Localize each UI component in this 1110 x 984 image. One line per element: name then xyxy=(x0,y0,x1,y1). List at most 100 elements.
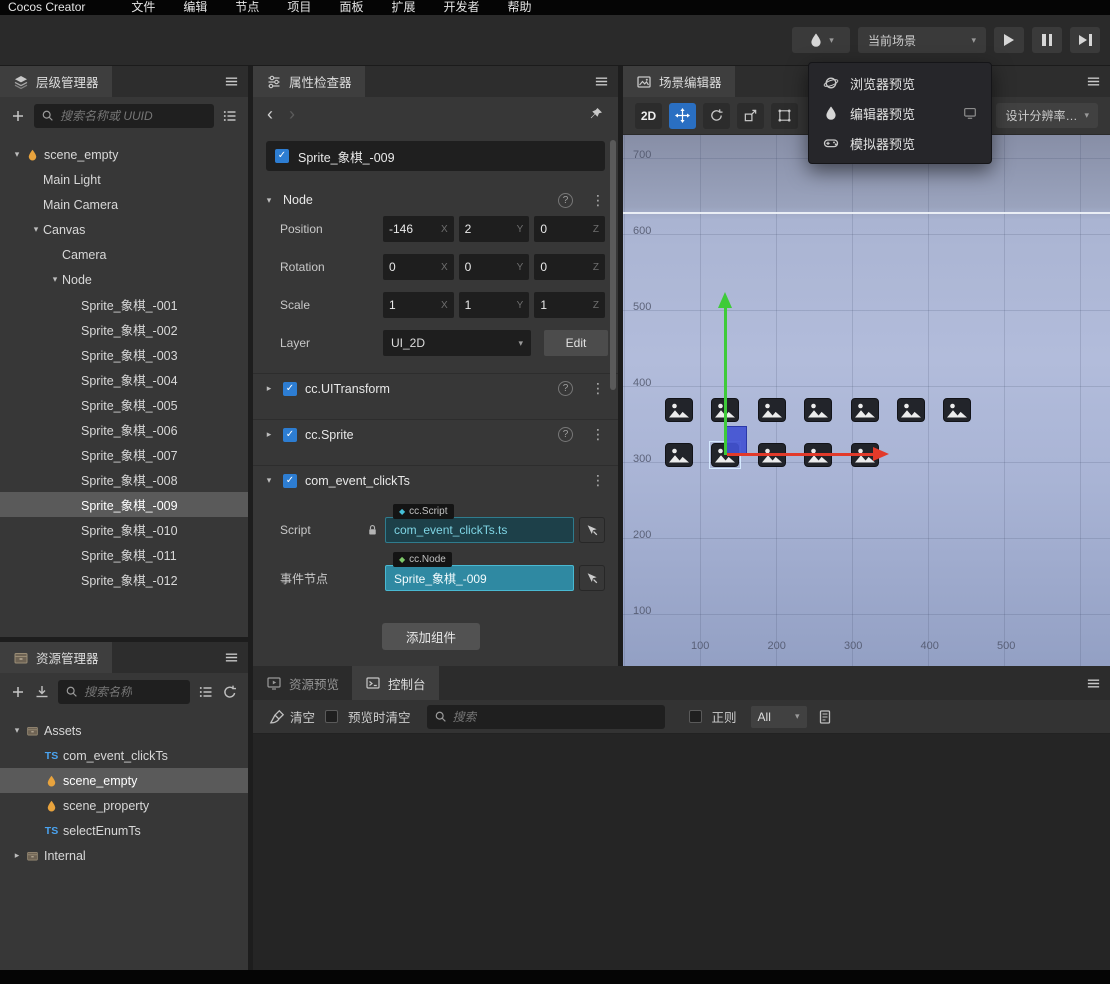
play-button[interactable] xyxy=(994,27,1024,53)
hierarchy-item[interactable]: Sprite_象棋_-006 xyxy=(0,417,248,442)
sprite-node[interactable] xyxy=(850,398,879,422)
menubar-item-help[interactable]: 帮助 xyxy=(493,0,545,15)
asset-item[interactable]: TS selectEnumTs xyxy=(0,818,248,843)
hierarchy-item[interactable]: Sprite_象棋_-008 xyxy=(0,467,248,492)
tab-scene-editor[interactable]: 场景编辑器 xyxy=(623,66,735,97)
step-button[interactable] xyxy=(1070,27,1100,53)
history-forward-button[interactable]: › xyxy=(289,105,295,123)
sprite-node[interactable] xyxy=(757,398,786,422)
asset-item[interactable]: scene_empty xyxy=(0,768,248,793)
kebab-menu-icon[interactable]: ⋮ xyxy=(591,380,605,397)
rect-tool-button[interactable] xyxy=(771,102,798,129)
hierarchy-item[interactable]: Sprite_象棋_-005 xyxy=(0,392,248,417)
hierarchy-item[interactable]: ▾ Node xyxy=(0,267,248,292)
asset-item[interactable]: ▾ Assets xyxy=(0,718,248,743)
hierarchy-item[interactable]: Sprite_象棋_-007 xyxy=(0,442,248,467)
scale-z-field[interactable]: 1Z xyxy=(534,292,606,318)
expand-arrow-icon[interactable]: ▸ xyxy=(10,850,24,861)
expand-arrow-icon[interactable]: ▾ xyxy=(263,475,275,486)
asset-item[interactable]: ▸ Internal xyxy=(0,843,248,868)
scene-viewport[interactable]: 700 600 500 400 300 200 100 100 200 300 400 500 xyxy=(623,135,1110,666)
pin-icon[interactable] xyxy=(588,106,604,122)
hierarchy-search-input[interactable]: 搜索名称或 UUID xyxy=(34,103,214,128)
inspector-menu-icon[interactable] xyxy=(594,74,609,89)
window-icon[interactable] xyxy=(963,106,977,120)
expand-arrow-icon[interactable]: ▸ xyxy=(263,429,275,440)
tab-hierarchy[interactable]: 层级管理器 xyxy=(0,66,112,97)
hierarchy-item[interactable]: Sprite_象棋_-001 xyxy=(0,292,248,317)
position-y-field[interactable]: 2Y xyxy=(458,216,530,242)
tab-console[interactable]: 控制台 xyxy=(352,666,439,700)
menubar-item-file[interactable]: 文件 xyxy=(117,0,169,15)
inspector-scrollbar[interactable] xyxy=(610,136,616,658)
history-back-button[interactable]: ‹ xyxy=(267,105,273,123)
add-component-button[interactable]: 添加组件 xyxy=(382,623,480,650)
hierarchy-item[interactable]: Sprite_象棋_-009 xyxy=(0,492,248,517)
mode-2d-button[interactable]: 2D xyxy=(635,102,662,129)
hierarchy-item[interactable]: Camera xyxy=(0,242,248,267)
menubar-item-edit[interactable]: 编辑 xyxy=(169,0,221,15)
position-x-field[interactable]: -146 X xyxy=(383,216,454,242)
list-view-icon[interactable] xyxy=(222,108,238,124)
asset-item[interactable]: TS com_event_clickTs xyxy=(0,743,248,768)
refresh-icon[interactable] xyxy=(222,684,238,700)
gizmo-x-axis[interactable] xyxy=(727,453,875,456)
import-asset-button[interactable] xyxy=(34,684,50,700)
regex-checkbox[interactable] xyxy=(688,710,702,723)
kebab-menu-icon[interactable]: ⋮ xyxy=(591,192,605,209)
menu-item-editor-preview[interactable]: 编辑器预览 xyxy=(809,98,991,128)
kebab-menu-icon[interactable]: ⋮ xyxy=(591,426,605,443)
menubar-item-project[interactable]: 项目 xyxy=(273,0,325,15)
menubar-item-node[interactable]: 节点 xyxy=(221,0,273,15)
sprite-node[interactable] xyxy=(665,443,693,467)
help-icon[interactable]: ? xyxy=(558,427,573,442)
menubar-item-extension[interactable]: 扩展 xyxy=(377,0,429,15)
help-icon[interactable]: ? xyxy=(558,192,573,208)
menu-item-simulator-preview[interactable]: 模拟器预览 xyxy=(809,128,991,158)
expand-arrow-icon[interactable]: ▾ xyxy=(10,149,24,160)
expand-arrow-icon[interactable]: ▸ xyxy=(263,383,275,394)
kebab-menu-icon[interactable]: ⋮ xyxy=(591,472,605,489)
clear-on-preview-checkbox[interactable] xyxy=(325,710,339,723)
uitransform-section-header[interactable]: ▸ ✓ cc.UITransform ? ⋮ xyxy=(253,373,618,403)
position-z-field[interactable]: 0Z xyxy=(534,216,606,242)
hierarchy-item[interactable]: Sprite_象棋_-011 xyxy=(0,542,248,567)
hierarchy-item[interactable]: Sprite_象棋_-010 xyxy=(0,517,248,542)
menu-item-browser-preview[interactable]: 浏览器预览 xyxy=(809,68,991,98)
scale-y-field[interactable]: 1Y xyxy=(458,292,530,318)
help-icon[interactable]: ? xyxy=(558,381,573,396)
open-log-file-icon[interactable] xyxy=(817,709,833,725)
preview-target-button[interactable]: ▾ xyxy=(792,27,850,53)
assets-search-input[interactable]: 搜索名称 xyxy=(58,679,190,704)
event-node-field[interactable]: Sprite_象棋_-009 xyxy=(385,565,574,591)
node-section-header[interactable]: ▾ Node ? ⋮ xyxy=(253,185,618,215)
script-picker-button[interactable] xyxy=(579,517,605,543)
assets-menu-icon[interactable] xyxy=(224,650,239,665)
scene-select[interactable]: 当前场景 ▾ xyxy=(858,27,986,53)
move-tool-button[interactable] xyxy=(669,102,696,129)
tab-assets[interactable]: 资源管理器 xyxy=(0,642,112,673)
pause-button[interactable] xyxy=(1032,27,1062,53)
event-component-enabled-checkbox[interactable]: ✓ xyxy=(283,473,297,488)
rotation-x-field[interactable]: 0X xyxy=(383,254,454,280)
hierarchy-item[interactable]: ▾ scene_empty xyxy=(0,142,248,167)
sprite-node[interactable] xyxy=(897,398,925,422)
hierarchy-item[interactable]: Sprite_象棋_-004 xyxy=(0,367,248,392)
sprite-node[interactable] xyxy=(665,398,693,422)
layer-edit-button[interactable]: Edit xyxy=(544,330,608,356)
clear-console-button[interactable]: 清空 xyxy=(269,707,315,726)
node-active-checkbox[interactable]: ✓ xyxy=(275,149,289,163)
sprite-enabled-checkbox[interactable]: ✓ xyxy=(283,427,297,442)
sprite-section-header[interactable]: ▸ ✓ cc.Sprite ? ⋮ xyxy=(253,419,618,449)
hierarchy-item[interactable]: Main Light xyxy=(0,167,248,192)
hierarchy-item[interactable]: ▾ Canvas xyxy=(0,217,248,242)
tab-inspector[interactable]: 属性检查器 xyxy=(253,66,365,97)
create-asset-button[interactable] xyxy=(10,684,26,700)
hierarchy-item[interactable]: Sprite_象棋_-003 xyxy=(0,342,248,367)
rotate-tool-button[interactable] xyxy=(703,102,730,129)
log-level-select[interactable]: All ▾ xyxy=(750,705,807,728)
sprite-node[interactable] xyxy=(804,398,833,422)
scale-tool-button[interactable] xyxy=(737,102,764,129)
gizmo-y-axis[interactable] xyxy=(724,307,727,455)
rotation-y-field[interactable]: 0Y xyxy=(458,254,530,280)
